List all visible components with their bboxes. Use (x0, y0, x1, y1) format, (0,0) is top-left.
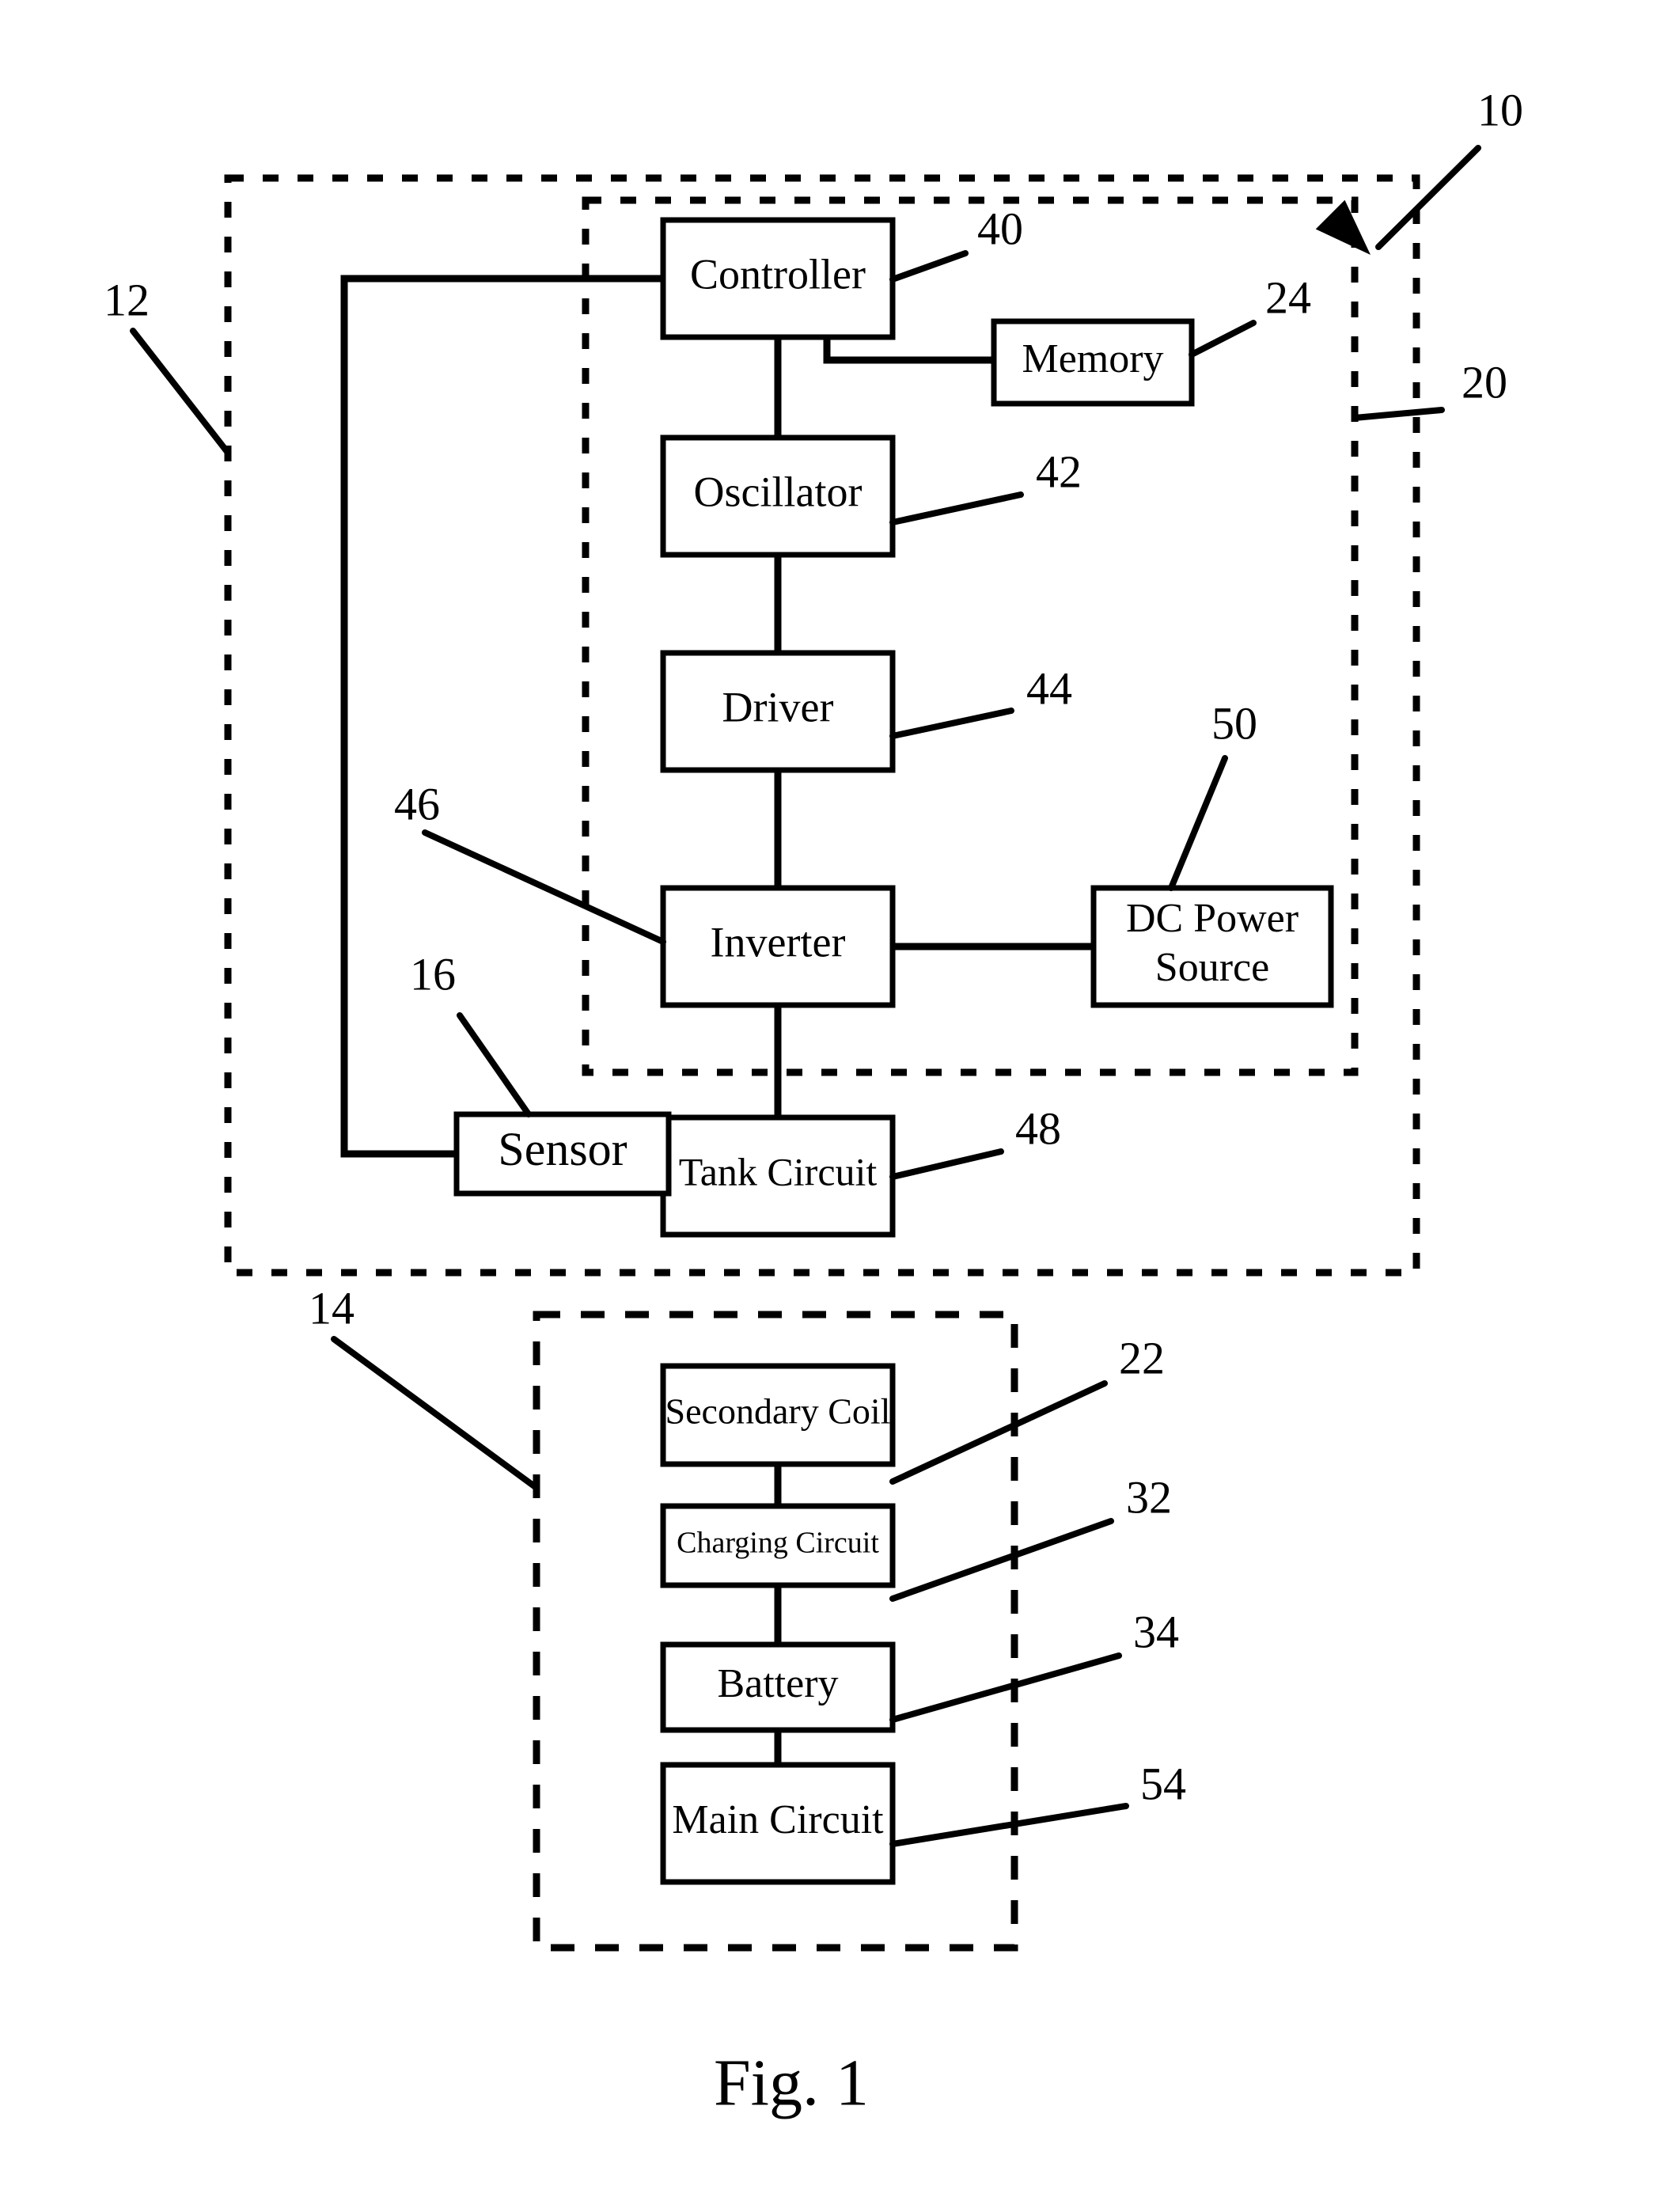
block-label-battery: Battery (717, 1661, 838, 1706)
block-controller: Controller (660, 217, 896, 340)
block-group: Controller Memory Oscillator Driver Inverter… (453, 217, 1334, 1885)
reference-numeral-20: 20 (1352, 356, 1507, 421)
leader-line-10 (1375, 145, 1481, 250)
leader-line-48 (889, 1148, 1004, 1180)
reference-label-40: 40 (977, 203, 1023, 254)
block-label-tank-circuit: Tank Circuit (679, 1149, 878, 1193)
reference-label-20: 20 (1462, 356, 1507, 408)
block-label-driver: Driver (722, 683, 834, 730)
reference-numeral-48: 48 (889, 1102, 1061, 1180)
reference-label-16: 16 (410, 948, 456, 1000)
leader-line-50 (1168, 755, 1228, 891)
leader-line-32 (889, 1518, 1114, 1602)
leader-line-12 (130, 328, 231, 456)
block-memory: Memory (991, 318, 1195, 407)
reference-numeral-44: 44 (889, 662, 1072, 739)
block-label-inverter: Inverter (711, 918, 846, 966)
block-sensor: Sensor (453, 1111, 672, 1197)
arrowhead-10 (1315, 199, 1371, 255)
reference-numeral-16: 16 (410, 948, 532, 1117)
reference-label-12: 12 (104, 274, 150, 325)
reference-numeral-46: 46 (394, 778, 666, 945)
block-label-sensor: Sensor (498, 1123, 627, 1175)
block-label-controller: Controller (690, 250, 866, 298)
reference-numeral-32: 32 (889, 1471, 1172, 1602)
patent-figure: Controller Memory Oscillator Driver Inverter… (0, 0, 1672, 2212)
leader-line-40 (889, 250, 969, 283)
reference-label-24: 24 (1265, 271, 1311, 323)
block-label-charging-circuit: Charging Circuit (677, 1527, 879, 1560)
wire-controller-memory (823, 337, 994, 364)
block-label-main-circuit: Main Circuit (672, 1797, 884, 1842)
reference-label-46: 46 (394, 778, 440, 829)
block-label-memory: Memory (1022, 336, 1163, 381)
reference-numeral-10: 10 (1315, 84, 1523, 255)
block-driver: Driver (660, 650, 896, 773)
reference-numeral-54: 54 (889, 1758, 1186, 1847)
reference-label-10: 10 (1477, 84, 1523, 135)
reference-numeral-34: 34 (889, 1606, 1179, 1723)
block-dc-power-source: DC Power Source (1090, 885, 1334, 1008)
block-charging-circuit: Charging Circuit (660, 1503, 896, 1588)
reference-label-50: 50 (1211, 697, 1257, 749)
leader-line-14 (331, 1336, 540, 1491)
block-battery: Battery (660, 1641, 896, 1733)
leader-line-20 (1352, 407, 1445, 421)
leader-line-24 (1189, 320, 1257, 358)
reference-label-54: 54 (1140, 1758, 1186, 1809)
reference-numeral-42: 42 (889, 446, 1082, 525)
reference-label-14: 14 (309, 1282, 354, 1334)
leader-line-34 (889, 1652, 1122, 1723)
block-inverter: Inverter (660, 885, 896, 1008)
block-diagram-canvas: Controller Memory Oscillator Driver Inverter… (104, 84, 1523, 2119)
block-label-oscillator: Oscillator (694, 468, 863, 515)
reference-numeral-24: 24 (1189, 271, 1311, 358)
leader-line-42 (889, 491, 1024, 525)
block-oscillator: Oscillator (660, 434, 896, 558)
reference-numeral-50: 50 (1168, 697, 1257, 891)
reference-numeral-12: 12 (104, 274, 231, 456)
reference-label-34: 34 (1133, 1606, 1179, 1657)
block-label-secondary-coil: Secondary Coil (665, 1391, 891, 1432)
reference-numeral-14: 14 (309, 1282, 540, 1491)
reference-label-44: 44 (1026, 662, 1072, 714)
block-secondary-coil: Secondary Coil (660, 1363, 896, 1467)
reference-label-48: 48 (1015, 1102, 1061, 1154)
block-main-circuit: Main Circuit (660, 1762, 896, 1885)
leader-line-22 (889, 1380, 1108, 1485)
leader-line-46 (422, 829, 666, 945)
block-tank-circuit: Tank Circuit (660, 1114, 896, 1238)
leader-line-44 (889, 708, 1014, 739)
wire-sensor-controller-feedback (340, 275, 663, 1158)
reference-label-22: 22 (1119, 1332, 1165, 1383)
reference-numeral-22: 22 (889, 1332, 1165, 1485)
figure-caption: Fig. 1 (714, 2046, 869, 2119)
reference-label-32: 32 (1126, 1471, 1172, 1523)
reference-label-42: 42 (1036, 446, 1082, 497)
leader-line-54 (889, 1803, 1129, 1847)
leader-line-16 (457, 1012, 532, 1117)
reference-numeral-40: 40 (889, 203, 1023, 283)
